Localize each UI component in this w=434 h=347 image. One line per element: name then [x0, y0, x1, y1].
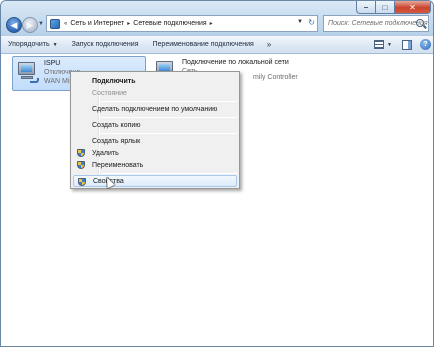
- connection-device: mily Controller: [253, 74, 298, 81]
- start-connection-button[interactable]: Запуск подключения: [65, 41, 146, 48]
- menu-item-status: Состояние: [92, 89, 127, 97]
- search-placeholder: Поиск: Сетевые подключения: [328, 20, 428, 27]
- search-input[interactable]: Поиск: Сетевые подключения: [323, 15, 429, 32]
- preview-pane-icon[interactable]: [402, 39, 412, 50]
- menu-separator: [101, 133, 237, 134]
- title-bar: – □ ✕ ◀ ▶ ▼ « Сеть и Интернет ▸ Сетевые …: [1, 1, 433, 35]
- organize-button[interactable]: Упорядочить ▼: [1, 41, 65, 48]
- connection-name: Подключение по локальной сети: [182, 59, 289, 66]
- menu-item-connect[interactable]: Подключить: [73, 75, 237, 87]
- menu-separator: [101, 173, 237, 174]
- shield-icon: [77, 161, 85, 169]
- shield-icon: [78, 178, 86, 186]
- close-button[interactable]: ✕: [395, 1, 431, 14]
- explorer-window: – □ ✕ ◀ ▶ ▼ « Сеть и Интернет ▸ Сетевые …: [0, 0, 434, 347]
- context-menu: Подключить Состояние Сделать подключение…: [70, 71, 240, 189]
- organize-label: Упорядочить: [8, 41, 50, 48]
- breadcrumb-separator-icon[interactable]: «: [64, 21, 67, 27]
- address-bar[interactable]: « Сеть и Интернет ▸ Сетевые подключения …: [46, 15, 318, 32]
- breadcrumb-network-internet[interactable]: Сеть и Интернет: [70, 20, 124, 27]
- back-button[interactable]: ◀: [6, 17, 22, 33]
- menu-item-set-default[interactable]: Сделать подключением по умолчанию: [73, 103, 237, 115]
- menu-item-label: Переименовать: [92, 161, 144, 169]
- menu-separator: [101, 117, 237, 118]
- shield-icon: [77, 149, 85, 157]
- menu-item-label: Удалить: [92, 149, 119, 157]
- change-view-icon[interactable]: [374, 40, 385, 49]
- breadcrumb-network-connections[interactable]: Сетевые подключения: [133, 20, 206, 27]
- chevron-down-icon[interactable]: ▼: [387, 42, 392, 48]
- command-bar: Упорядочить ▼ Запуск подключения Переиме…: [1, 35, 433, 54]
- help-icon[interactable]: ?: [420, 39, 431, 50]
- address-dropdown-icon[interactable]: ▼: [297, 19, 303, 25]
- menu-item-delete[interactable]: Удалить: [73, 147, 237, 159]
- breadcrumb-separator-icon[interactable]: ▸: [127, 20, 130, 27]
- chevron-down-icon: ▼: [52, 41, 58, 48]
- search-icon[interactable]: [416, 19, 424, 27]
- maximize-button[interactable]: □: [376, 1, 395, 14]
- more-commands-button[interactable]: »: [261, 40, 277, 49]
- caption-buttons: – □ ✕: [356, 1, 431, 15]
- forward-button[interactable]: ▶: [22, 17, 38, 33]
- connection-name: ISPU: [44, 60, 61, 67]
- menu-item-create-copy[interactable]: Создать копию: [73, 119, 237, 131]
- network-connection-icon: [16, 60, 40, 84]
- refresh-icon[interactable]: ↻: [308, 18, 315, 27]
- menu-separator: [101, 101, 237, 102]
- control-panel-icon: [50, 18, 60, 29]
- minimize-button[interactable]: –: [356, 1, 376, 14]
- recent-pages-dropdown[interactable]: ▼: [38, 21, 44, 27]
- toolbar-right-group: ▼ ?: [374, 39, 431, 50]
- menu-item-properties[interactable]: Свойства: [73, 175, 237, 187]
- rename-connection-button[interactable]: Переименование подключения: [146, 41, 261, 48]
- menu-item-rename[interactable]: Переименовать: [73, 159, 237, 171]
- menu-item-create-shortcut[interactable]: Создать ярлык: [73, 135, 237, 147]
- breadcrumb-separator-icon[interactable]: ▸: [210, 20, 213, 27]
